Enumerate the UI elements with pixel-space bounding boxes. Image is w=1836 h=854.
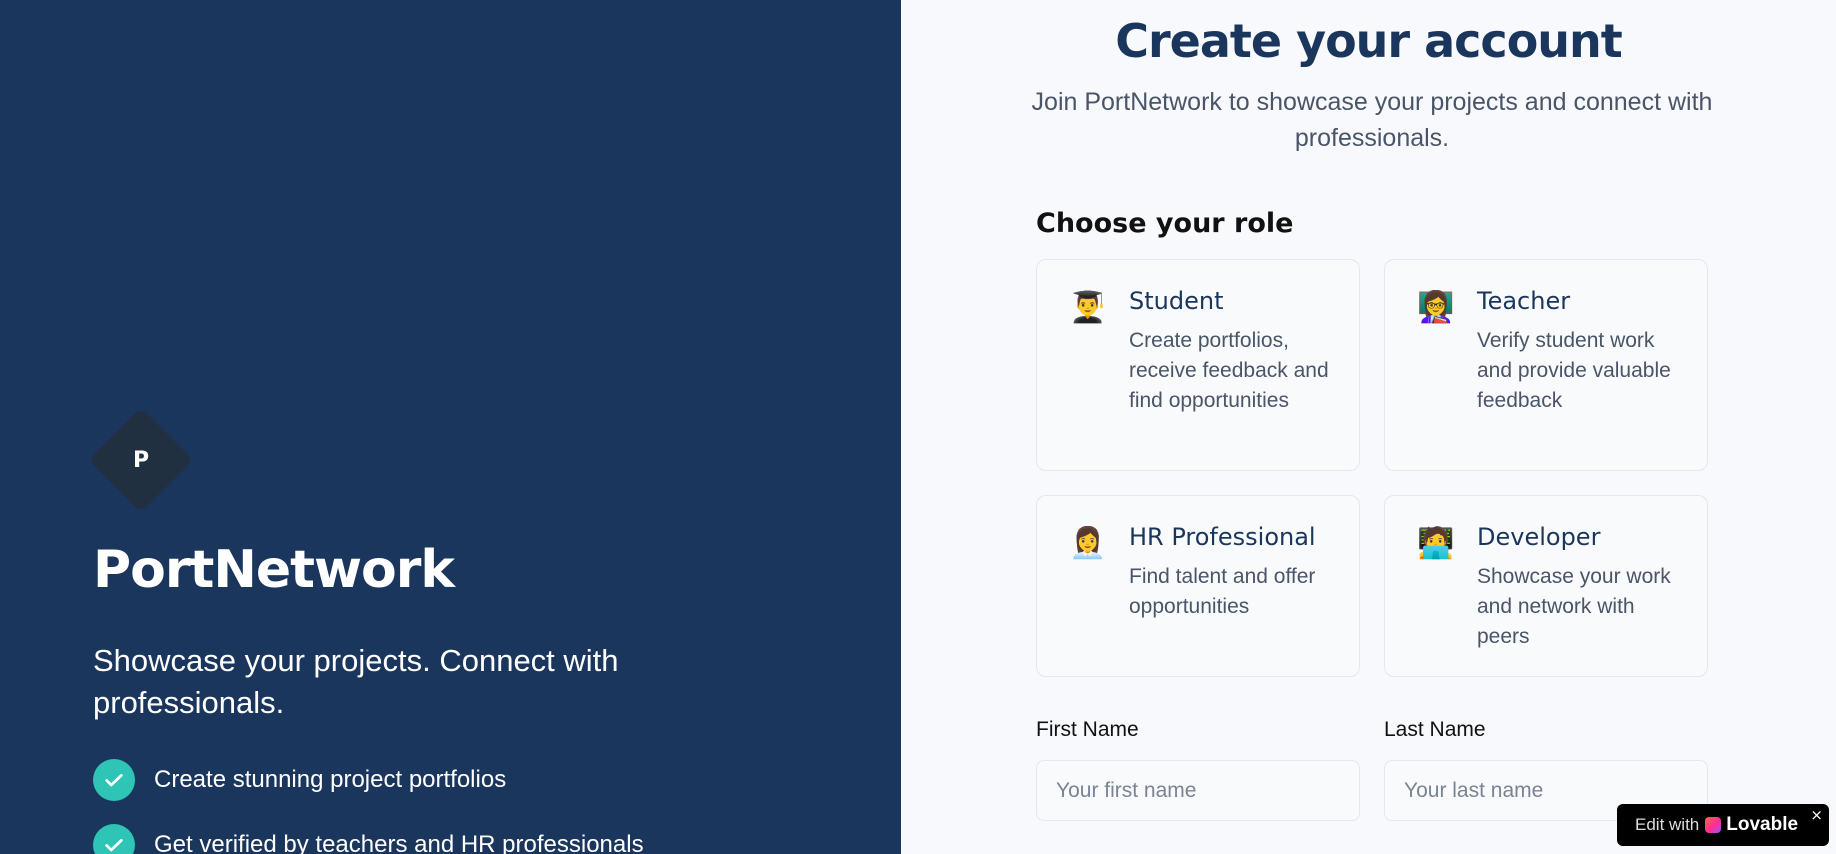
page-title: Create your account: [1115, 14, 1623, 68]
first-name-input[interactable]: [1036, 760, 1360, 821]
role-description: Verify student work and provide valuable…: [1477, 329, 1671, 412]
hr-professional-emoji-icon: 👩‍💼: [1069, 526, 1107, 561]
role-card-teacher[interactable]: 👩‍🏫 Teacher Verify student work and prov…: [1384, 259, 1708, 471]
student-emoji-icon: 👨‍🎓: [1069, 290, 1107, 325]
feature-text: Create stunning project portfolios: [154, 766, 507, 793]
brand-panel: P PortNetwork Showcase your projects. Co…: [0, 0, 901, 854]
role-title: Student: [1129, 287, 1224, 315]
tagline: Showcase your projects. Connect with pro…: [93, 643, 619, 720]
logo: P: [88, 407, 194, 513]
role-description: Create portfolios, receive feedback and …: [1129, 329, 1329, 412]
feature-text: Get verified by teachers and HR professi…: [154, 831, 644, 854]
logo-letter: P: [132, 447, 150, 473]
role-heading: Choose your role: [1036, 208, 1294, 239]
first-name-label: First Name: [1036, 718, 1139, 741]
feature-item: Create stunning project portfolios: [93, 759, 873, 801]
badge-brand: Lovable: [1726, 814, 1799, 835]
close-icon[interactable]: ×: [1810, 806, 1823, 824]
check-icon: [93, 824, 135, 854]
lovable-heart-icon: [1705, 817, 1722, 833]
role-card-hr-professional[interactable]: 👩‍💼 HR Professional Find talent and offe…: [1036, 495, 1360, 677]
check-icon: [93, 759, 135, 801]
role-card-student[interactable]: 👨‍🎓 Student Create portfolios, receive f…: [1036, 259, 1360, 471]
developer-emoji-icon: 🧑‍💻: [1417, 526, 1455, 561]
page-subtitle: Join PortNetwork to showcase your projec…: [1031, 88, 1713, 152]
badge-edit-text: Edit with: [1635, 815, 1700, 834]
role-title: Teacher: [1477, 287, 1571, 315]
role-title: Developer: [1477, 523, 1601, 551]
edit-with-lovable-badge[interactable]: Edit with Lovable ×: [1617, 804, 1829, 846]
last-name-label: Last Name: [1384, 718, 1486, 741]
role-description: Showcase your work and network with peer…: [1477, 565, 1671, 648]
role-card-developer[interactable]: 🧑‍💻 Developer Showcase your work and net…: [1384, 495, 1708, 677]
teacher-emoji-icon: 👩‍🏫: [1417, 290, 1455, 325]
feature-item: Get verified by teachers and HR professi…: [93, 824, 873, 854]
role-title: HR Professional: [1129, 523, 1316, 551]
brand-name: PortNetwork: [93, 540, 455, 600]
feature-list: Create stunning project portfolios Get v…: [93, 759, 873, 854]
role-description: Find talent and offer opportunities: [1129, 565, 1316, 618]
signup-panel: Create your account Join PortNetwork to …: [901, 0, 1836, 854]
